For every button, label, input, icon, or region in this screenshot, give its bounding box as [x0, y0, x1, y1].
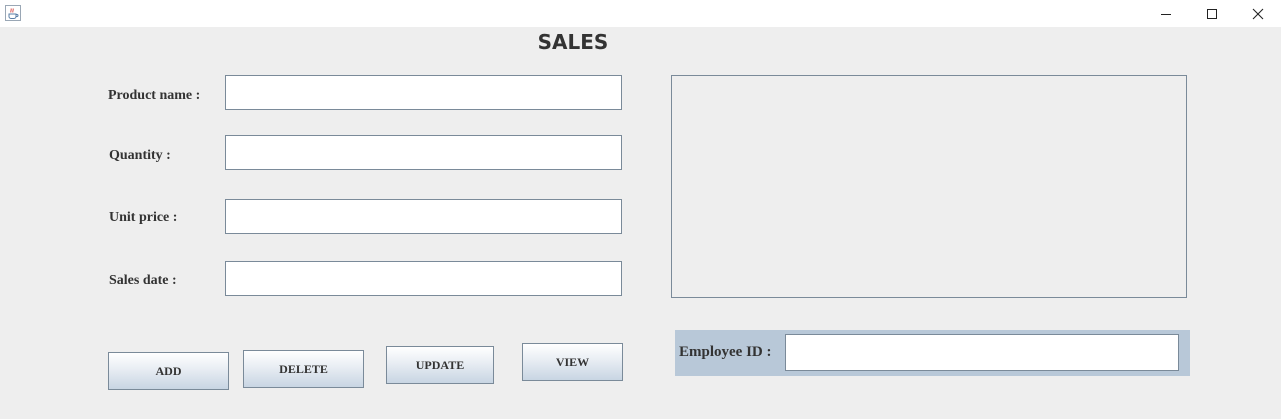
sales-date-label: Sales date :: [109, 273, 177, 288]
close-button[interactable]: [1235, 0, 1281, 27]
product-name-input[interactable]: [225, 75, 622, 110]
employee-id-panel: Employee ID :: [675, 330, 1190, 376]
close-icon: [1252, 8, 1264, 20]
maximize-icon: [1206, 8, 1218, 20]
quantity-input[interactable]: [225, 135, 622, 170]
product-name-label: Product name :: [108, 88, 201, 103]
java-coffee-cup-icon: [5, 5, 21, 21]
unit-price-input[interactable]: [225, 199, 622, 234]
window-titlebar[interactable]: [0, 0, 1281, 27]
sales-date-input[interactable]: [225, 261, 622, 296]
minimize-icon: [1160, 8, 1172, 20]
sales-display-area[interactable]: [671, 75, 1187, 298]
update-button[interactable]: UPDATE: [386, 346, 494, 384]
unit-price-label: Unit price :: [109, 210, 178, 225]
delete-button[interactable]: DELETE: [243, 350, 364, 388]
employee-id-input[interactable]: [785, 334, 1179, 371]
view-button[interactable]: VIEW: [522, 343, 623, 381]
maximize-button[interactable]: [1189, 0, 1235, 27]
employee-id-label: Employee ID :: [679, 344, 772, 360]
page-title: SALES: [537, 30, 609, 54]
add-button[interactable]: ADD: [108, 352, 229, 390]
minimize-button[interactable]: [1143, 0, 1189, 27]
quantity-label: Quantity :: [109, 148, 171, 163]
